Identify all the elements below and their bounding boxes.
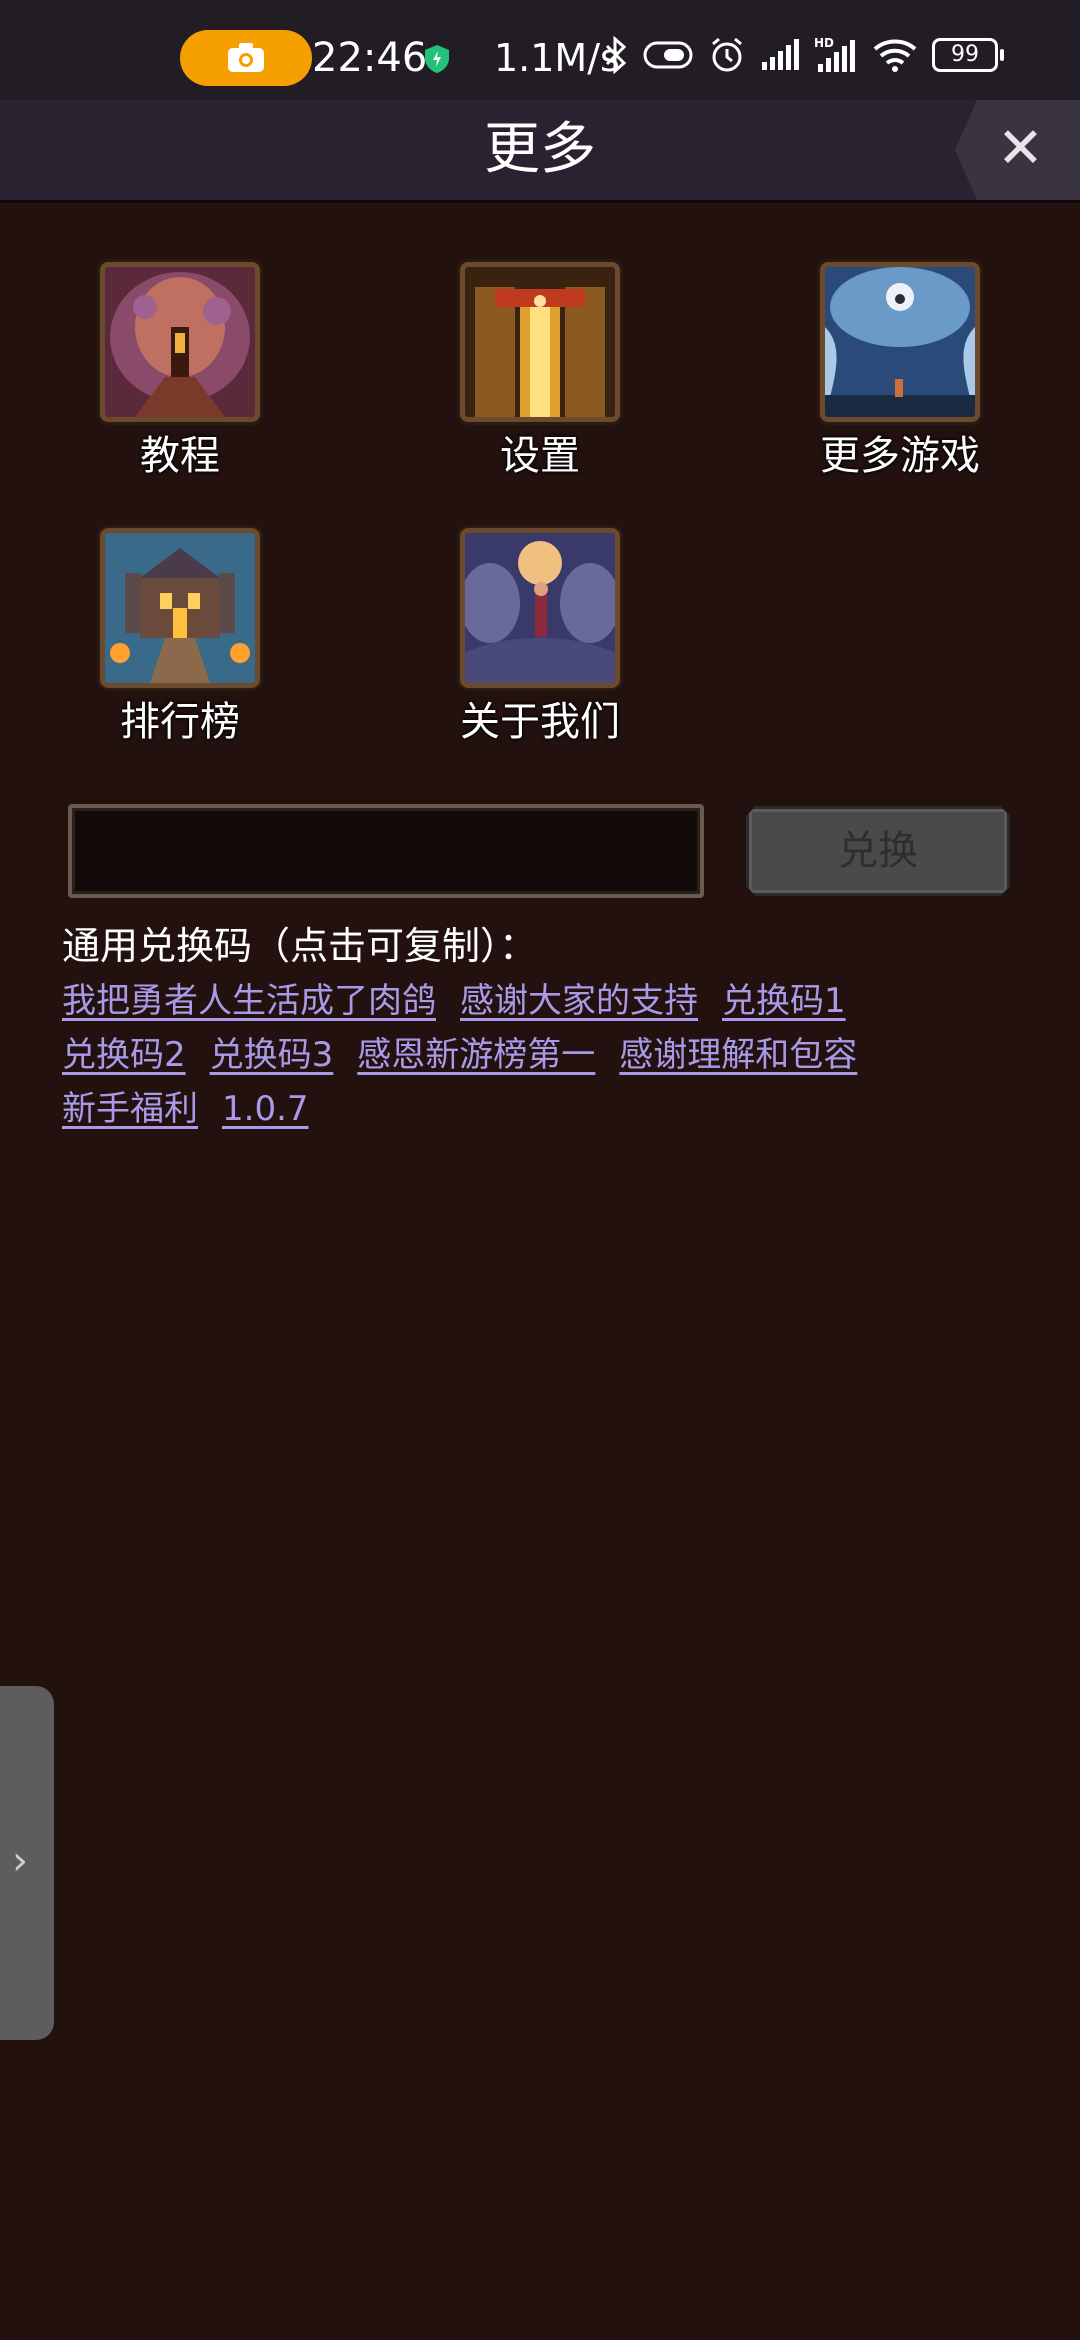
code-link[interactable]: 感谢大家的支持 bbox=[460, 974, 698, 1028]
menu-label-tutorial: 教程 bbox=[140, 433, 220, 479]
battery-icon: 99 bbox=[932, 38, 1004, 72]
redeem-button[interactable]: 兑换 bbox=[746, 806, 1010, 896]
leaderboard-icon bbox=[97, 525, 263, 691]
clock: 22:46 bbox=[312, 35, 428, 81]
code-link[interactable]: 感恩新游榜第一 bbox=[357, 1028, 595, 1082]
code-link[interactable]: 感谢理解和包容 bbox=[619, 1028, 857, 1082]
code-link[interactable]: 兑换码2 bbox=[62, 1028, 186, 1082]
camera-icon bbox=[228, 43, 264, 72]
redeem-code-input[interactable] bbox=[68, 804, 704, 898]
settings-icon bbox=[457, 259, 623, 425]
code-link[interactable]: 兑换码3 bbox=[210, 1028, 334, 1082]
chevron-right-icon: › bbox=[12, 1838, 28, 1884]
menu-label-leaderboard: 排行榜 bbox=[120, 699, 240, 745]
menu-item-tutorial[interactable]: 教程 bbox=[50, 259, 310, 492]
code-link[interactable]: 新手福利 bbox=[62, 1082, 198, 1136]
menu-item-leaderboard[interactable]: 排行榜 bbox=[50, 525, 310, 758]
more-games-icon bbox=[817, 259, 983, 425]
network-speed: 1.1M/s bbox=[494, 36, 620, 80]
shield-icon bbox=[425, 45, 449, 73]
header-bar: 更多 ✕ bbox=[0, 100, 1080, 203]
menu-label-about: 关于我们 bbox=[460, 699, 620, 745]
hd-signal-icon: HD bbox=[814, 36, 855, 72]
bluetooth-icon bbox=[605, 36, 627, 74]
menu-item-settings[interactable]: 设置 bbox=[410, 259, 670, 492]
redeem-code-list: 我把勇者人生活成了肉鸽 感谢大家的支持 兑换码1 兑换码2 兑换码3 感恩新游榜… bbox=[62, 974, 962, 1136]
svg-text:HD: HD bbox=[814, 36, 834, 50]
code-link[interactable]: 1.0.7 bbox=[222, 1082, 309, 1136]
codes-title: 通用兑换码（点击可复制）： bbox=[62, 924, 538, 968]
menu-item-more-games[interactable]: 更多游戏 bbox=[770, 259, 1030, 492]
alarm-icon bbox=[712, 37, 742, 72]
vibrate-icon bbox=[643, 41, 693, 69]
close-icon: ✕ bbox=[997, 116, 1044, 181]
close-button[interactable]: ✕ bbox=[955, 100, 1080, 200]
signal-icon bbox=[762, 39, 799, 70]
page-title: 更多 bbox=[484, 117, 596, 182]
status-bar: 22:46 1.1M/s HD 99 bbox=[0, 0, 1080, 100]
menu-label-more-games: 更多游戏 bbox=[820, 433, 980, 479]
status-icons: HD 99 bbox=[604, 36, 1004, 74]
code-link[interactable]: 兑换码1 bbox=[722, 974, 846, 1028]
menu-item-about[interactable]: 关于我们 bbox=[410, 525, 670, 758]
about-icon bbox=[457, 525, 623, 691]
side-drawer-handle[interactable]: › bbox=[0, 1686, 54, 2040]
code-link[interactable]: 我把勇者人生活成了肉鸽 bbox=[62, 974, 436, 1028]
wifi-icon bbox=[873, 39, 917, 72]
tutorial-icon bbox=[97, 259, 263, 425]
menu-label-settings: 设置 bbox=[500, 433, 580, 479]
screen-recorder-pill[interactable] bbox=[180, 30, 312, 86]
